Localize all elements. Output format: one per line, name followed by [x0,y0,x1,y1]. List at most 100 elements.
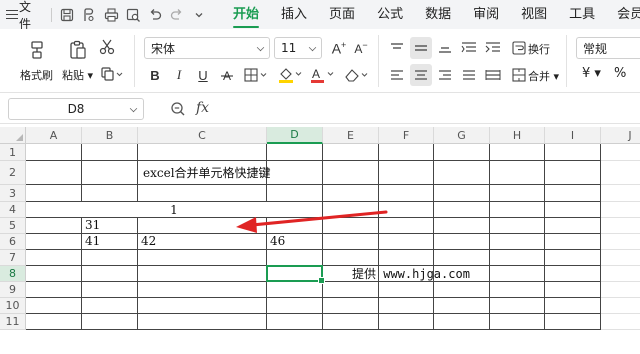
cell-i3[interactable] [545,185,601,202]
cell-j5[interactable] [601,218,640,234]
cell-d6[interactable]: 46 [267,234,323,250]
zoom-icon[interactable] [170,101,186,120]
cell-h5[interactable] [490,218,545,234]
cell-c6[interactable]: 42 [138,234,267,250]
cell-b11[interactable] [82,314,138,330]
cell-b6[interactable]: 41 [82,234,138,250]
column-header-j[interactable]: J [601,127,640,144]
cell-g10[interactable] [434,298,490,314]
row-header-7[interactable]: 7 [0,250,26,266]
percent-format-button[interactable]: % [614,66,626,81]
cell-h4[interactable] [490,202,545,218]
column-header-c[interactable]: C [138,127,267,144]
cell-f7[interactable] [379,250,434,266]
name-box[interactable]: D8 [8,98,144,120]
undo-icon[interactable] [144,4,166,26]
cell-i10[interactable] [545,298,601,314]
cell-h7[interactable] [490,250,545,266]
column-header-h[interactable]: H [490,127,545,144]
cell-h6[interactable] [490,234,545,250]
row-header-1[interactable]: 1 [0,144,26,161]
align-top-icon[interactable] [386,37,408,59]
strikethrough-icon[interactable]: A [216,64,238,86]
cell-e2[interactable] [323,161,379,185]
column-header-f[interactable]: F [379,127,434,144]
tab-member[interactable]: 会员专享 [606,0,640,29]
font-size-select[interactable]: 11 [274,37,322,59]
column-header-e[interactable]: E [323,127,379,144]
borders-icon[interactable] [242,64,272,86]
underline-button[interactable]: U [192,64,214,86]
fill-color-icon[interactable] [276,64,306,86]
cell-j11[interactable] [601,314,640,330]
cell-f3[interactable] [379,185,434,202]
cell-e5[interactable] [323,218,379,234]
cell-g1[interactable] [434,144,490,161]
tab-insert[interactable]: 插入 [270,0,318,29]
row-header-10[interactable]: 10 [0,298,26,314]
redo-icon[interactable] [166,4,188,26]
select-all-corner[interactable] [0,127,26,144]
merge-cells-label[interactable]: 合并 ▾ [528,68,559,84]
row-header-8[interactable]: 8 [0,266,26,282]
cell-f8[interactable] [379,266,434,282]
cell-a10[interactable] [26,298,82,314]
cell-f5[interactable] [379,218,434,234]
cell-h10[interactable] [490,298,545,314]
text-direction-icon[interactable] [458,37,480,59]
cell-a2[interactable] [26,161,82,185]
wrap-text-label[interactable]: 换行 [528,41,550,57]
align-left-icon[interactable] [386,64,408,86]
cell-j9[interactable] [601,282,640,298]
cell-i5[interactable] [545,218,601,234]
cell-h3[interactable] [490,185,545,202]
cell-c5[interactable] [138,218,267,234]
cell-e1[interactable] [323,144,379,161]
format-painter-button[interactable]: 格式刷 [20,39,53,83]
cell-b7[interactable] [82,250,138,266]
distributed-icon[interactable] [482,64,504,86]
cell-a6[interactable] [26,234,82,250]
cell-f4[interactable] [379,202,434,218]
cell-i4[interactable] [545,202,601,218]
file-menu[interactable]: 文件 [0,0,35,31]
font-name-select[interactable]: 宋体 [144,37,270,59]
justify-icon[interactable] [458,64,480,86]
cell-c10[interactable] [138,298,267,314]
cell-i1[interactable] [545,144,601,161]
increase-font-icon[interactable]: A+ [328,37,350,59]
align-center-icon[interactable] [410,64,432,86]
cell-j1[interactable] [601,144,640,161]
cell-g9[interactable] [434,282,490,298]
decrease-font-icon[interactable]: A− [350,37,372,59]
tab-page[interactable]: 页面 [318,0,366,29]
cell-b8[interactable] [82,266,138,282]
eraser-icon[interactable] [342,64,372,86]
formula-input[interactable] [222,99,632,119]
cell-a11[interactable] [26,314,82,330]
copy-icon[interactable] [96,63,128,85]
row-header-5[interactable]: 5 [0,218,26,234]
merge-cells-icon[interactable] [508,64,530,86]
italic-button[interactable]: I [168,64,190,86]
cell-f9[interactable] [379,282,434,298]
cut-icon[interactable] [96,36,118,58]
cell-b2[interactable] [82,161,138,185]
cell-g11[interactable] [434,314,490,330]
tab-data[interactable]: 数据 [414,0,462,29]
cell-d9[interactable] [267,282,323,298]
cell-b1[interactable] [82,144,138,161]
print-preview-icon[interactable] [122,4,144,26]
row-header-11[interactable]: 11 [0,314,26,330]
cell-j8[interactable] [601,266,640,282]
tab-review[interactable]: 审阅 [462,0,510,29]
cell-e3[interactable] [323,185,379,202]
cell-i8[interactable] [545,266,601,282]
cell-e10[interactable] [323,298,379,314]
cell-i6[interactable] [545,234,601,250]
cell-j3[interactable] [601,185,640,202]
print-icon[interactable] [100,4,122,26]
cell-i11[interactable] [545,314,601,330]
row-header-9[interactable]: 9 [0,282,26,298]
cell-e9[interactable] [323,282,379,298]
